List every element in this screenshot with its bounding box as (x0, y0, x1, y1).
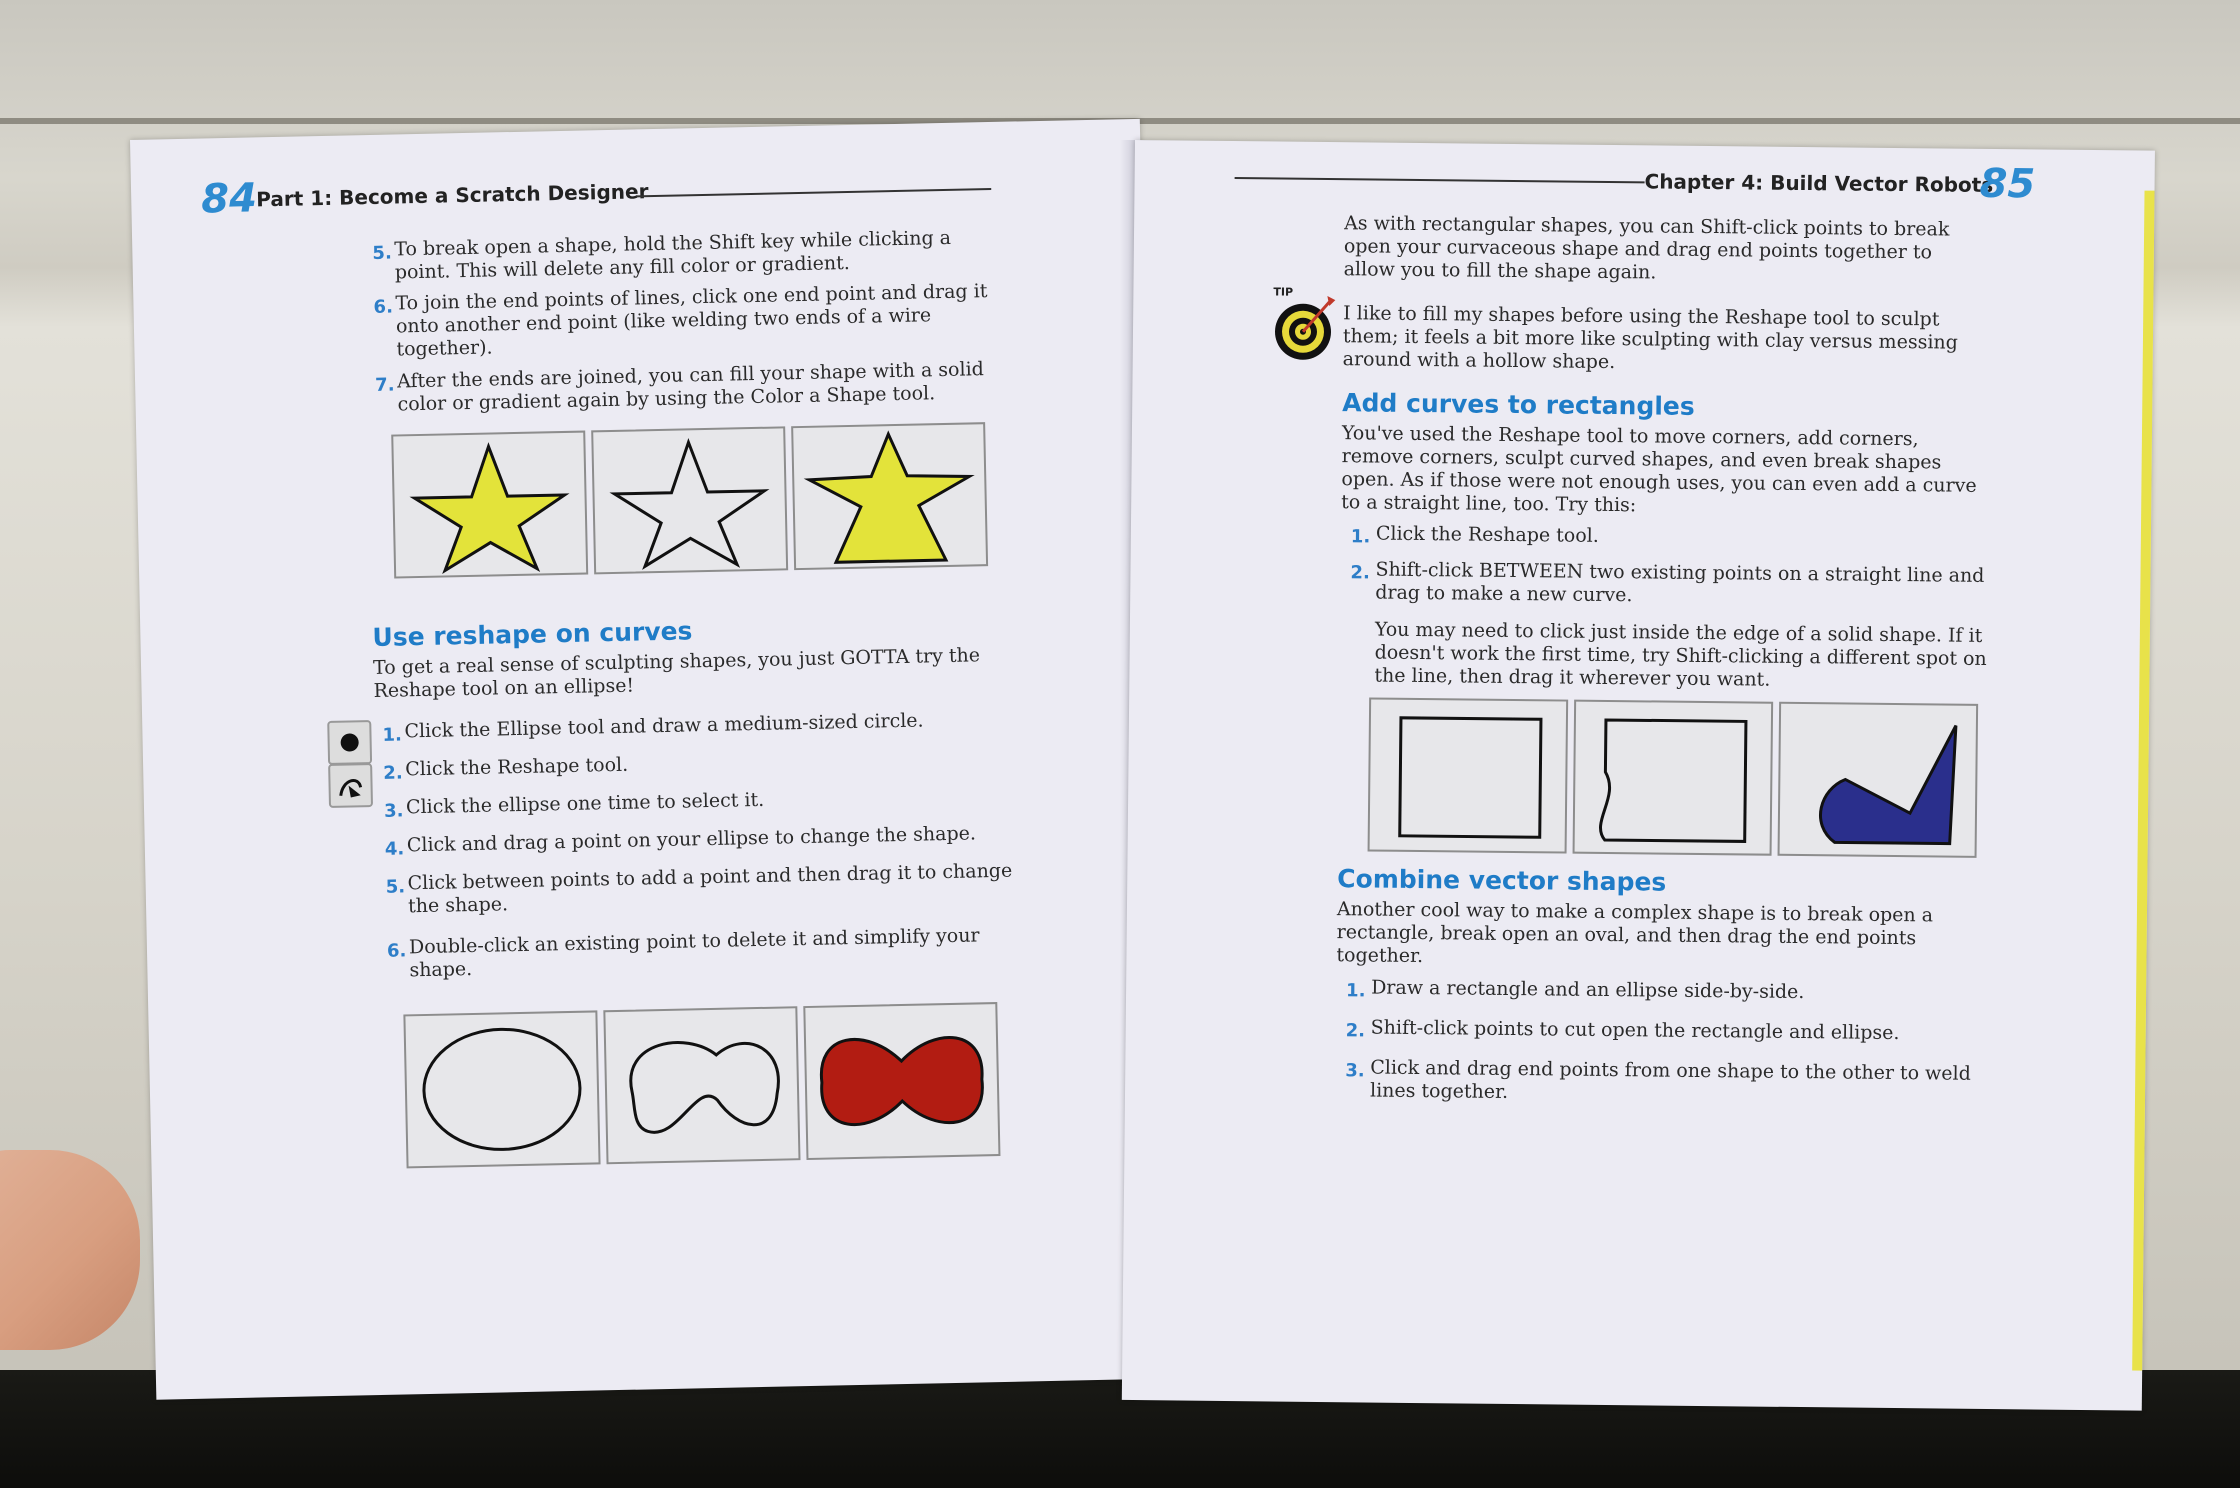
step-text: Click the ellipse one time to select it. (405, 788, 765, 819)
star-panel-reshaped (791, 422, 989, 571)
tip-label: TIP (1273, 285, 1294, 299)
step-number: 2. (1345, 1020, 1366, 1042)
step-text: Click and drag end points from one shape… (1369, 1056, 1971, 1103)
section-heading: Combine vector shapes (1337, 864, 1667, 897)
tip-target-icon (1271, 291, 1342, 362)
step-text: Shift-click points to cut open the recta… (1370, 1016, 1900, 1045)
intro-text: To get a real sense of sculpting shapes,… (372, 644, 981, 703)
step-number: 1. (1345, 980, 1366, 1002)
step-text: Shift-click BETWEEN two existing points … (1375, 558, 1985, 607)
rectangle-panel (1367, 697, 1569, 854)
step-text: Double-click an existing point to delete… (408, 924, 980, 982)
step-number: 1. (1350, 526, 1371, 548)
step-text: Click and drag a point on your ellipse t… (406, 822, 977, 857)
step-text: Click the Ellipse tool and draw a medium… (404, 709, 924, 743)
header-rule (1234, 177, 1645, 184)
tip-text: I like to fill my shapes before using th… (1342, 302, 1958, 374)
step-text: To join the end points of lines, click o… (395, 280, 988, 361)
step-text: After the ends are joined, you can fill … (396, 358, 985, 416)
section-heading: Use reshape on curves (372, 616, 693, 653)
step-number: 2. (1350, 562, 1370, 584)
step-number: 2. (383, 762, 403, 784)
step-text: Click the Reshape tool. (1375, 522, 1599, 547)
step-text: Click the Reshape tool. (405, 753, 629, 781)
page-number: 85 (1979, 160, 2036, 208)
left-page: 84 Part 1: Become a Scratch Designer 5. … (130, 118, 1167, 1400)
page-edge-yellow (2132, 190, 2155, 1371)
step-number: 3. (1345, 1060, 1365, 1082)
reshape-tool-icon (328, 763, 374, 808)
page-number: 84 (200, 175, 258, 223)
step-number: 3. (383, 800, 404, 822)
open-book: 84 Part 1: Become a Scratch Designer 5. … (130, 118, 2170, 1411)
ellipse-panel (403, 1010, 601, 1169)
bowtie-panel (803, 1002, 1001, 1161)
running-head: Part 1: Become a Scratch Designer (256, 179, 649, 212)
step-text: Draw a rectangle and an ellipse side-by-… (1371, 976, 1805, 1004)
ellipse-tool-icon (327, 720, 373, 765)
paragraph: As with rectangular shapes, you can Shif… (1343, 212, 1950, 284)
bean-panel (603, 1006, 801, 1165)
step-number: 5. (385, 876, 406, 898)
star-panel-filled (391, 430, 589, 579)
header-rule (636, 187, 992, 198)
star-panel-outline (591, 426, 789, 575)
step-number: 7. (374, 374, 395, 396)
step-text: Click between points to add a point and … (407, 859, 1013, 918)
curved-rectangle-panel (1572, 699, 1774, 856)
note-text: You may need to click just inside the ed… (1374, 618, 1987, 691)
step-number: 6. (373, 296, 394, 318)
step-number: 4. (384, 838, 405, 860)
step-text: To break open a shape, hold the Shift ke… (394, 226, 952, 284)
intro-text: Another cool way to make a complex shape… (1336, 898, 1934, 968)
right-page: Chapter 4: Build Vector Robots 85 As wit… (1121, 140, 2155, 1411)
step-number: 5. (372, 242, 393, 264)
step-number: 1. (382, 724, 403, 746)
running-head: Chapter 4: Build Vector Robots (1644, 169, 1994, 197)
combined-shape-panel (1777, 701, 1979, 858)
intro-text: You've used the Reshape tool to move cor… (1341, 422, 1977, 517)
step-number: 6. (386, 940, 407, 962)
section-heading: Add curves to rectangles (1342, 388, 1695, 421)
